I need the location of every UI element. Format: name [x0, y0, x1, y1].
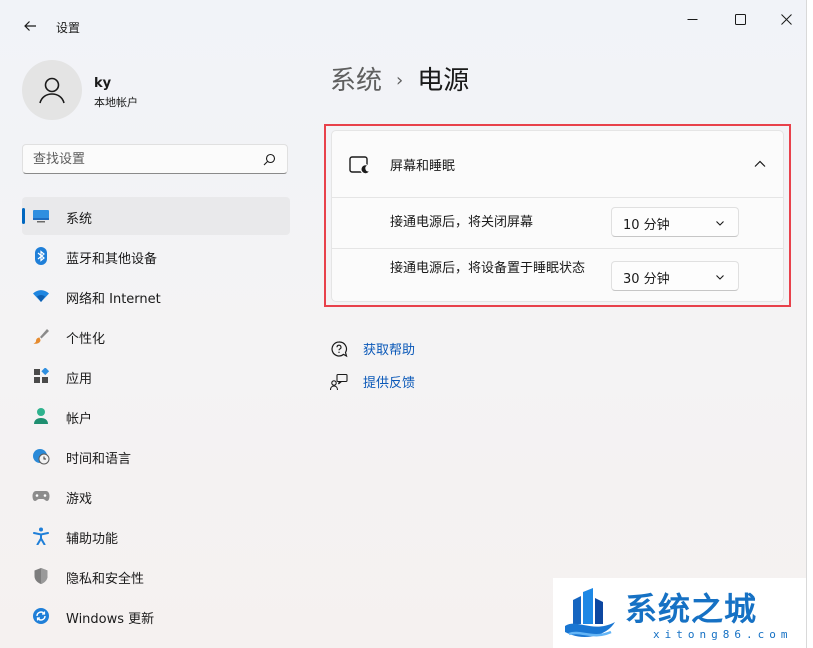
screen-off-value: 10 分钟 — [623, 218, 670, 233]
sidebar-item-label: 游戏 — [66, 492, 93, 507]
watermark: 系统之城 xitong86.com — [553, 578, 806, 648]
sidebar-item-label: 时间和语言 — [66, 452, 132, 467]
sidebar-item-label: 网络和 Internet — [66, 292, 161, 307]
screen-sleep-title: 屏幕和睡眠 — [390, 159, 456, 174]
sidebar-item-privacy[interactable]: 隐私和安全性 — [22, 557, 290, 595]
get-help-link-row[interactable]: 获取帮助 — [330, 339, 415, 358]
user-icon — [39, 77, 65, 104]
sidebar-item-bluetooth[interactable]: 蓝牙和其他设备 — [22, 237, 290, 275]
feedback-link[interactable]: 提供反馈 — [363, 372, 415, 391]
accessibility-icon — [32, 527, 50, 545]
app-title: 设置 — [56, 21, 81, 35]
sidebar-item-gaming[interactable]: 游戏 — [22, 477, 290, 515]
wifi-icon — [32, 287, 50, 305]
feedback-link-row[interactable]: 提供反馈 — [330, 372, 415, 391]
screen-sleep-icon — [349, 156, 370, 174]
back-button[interactable] — [18, 14, 42, 38]
bluetooth-icon — [32, 247, 50, 265]
sidebar-item-accessibility[interactable]: 辅助功能 — [22, 517, 290, 555]
minimize-icon — [687, 18, 697, 20]
sidebar-item-label: 蓝牙和其他设备 — [66, 252, 158, 267]
sidebar-item-label: 个性化 — [66, 332, 106, 347]
breadcrumb-separator: › — [396, 70, 404, 91]
sidebar-item-accounts[interactable]: 帐户 — [22, 397, 290, 435]
update-icon — [32, 607, 50, 625]
globe-clock-icon — [32, 447, 50, 465]
gamepad-icon — [32, 487, 50, 505]
apps-icon — [32, 367, 50, 385]
sleep-dropdown[interactable]: 30 分钟 — [611, 261, 739, 291]
sidebar-nav: 系统 蓝牙和其他设备 网络和 Internet 个性化 应用 帐户 时间和语言 … — [22, 197, 290, 637]
sidebar-item-personalization[interactable]: 个性化 — [22, 317, 290, 355]
chevron-down-icon — [716, 275, 724, 280]
watermark-brand: 系统之城 — [625, 590, 758, 628]
chevron-up-icon[interactable] — [751, 155, 769, 173]
sidebar-item-label: 帐户 — [66, 412, 93, 427]
sidebar-item-network[interactable]: 网络和 Internet — [22, 277, 290, 315]
screen-off-dropdown[interactable]: 10 分钟 — [611, 207, 739, 237]
avatar[interactable] — [22, 60, 82, 120]
sidebar-item-label: Windows 更新 — [66, 612, 155, 627]
sidebar-item-system[interactable]: 系统 — [22, 197, 290, 235]
sidebar-item-label: 系统 — [66, 212, 93, 227]
active-indicator — [22, 208, 25, 224]
chevron-down-icon — [716, 221, 724, 226]
sidebar-item-label: 应用 — [66, 372, 93, 387]
user-name: ky — [94, 76, 112, 91]
settings-window: 设置 ky 本地帐户 系统 蓝牙和其他设 — [0, 0, 813, 648]
sleep-label: 接通电源后，将设备置于睡眠状态 — [390, 261, 586, 276]
watermark-url: xitong86.com — [653, 628, 793, 641]
search-icon[interactable] — [261, 152, 277, 168]
close-button[interactable] — [764, 4, 808, 34]
help-icon — [330, 340, 348, 358]
search-box[interactable] — [22, 144, 288, 174]
minimize-button[interactable] — [670, 4, 714, 34]
sleep-value: 30 分钟 — [623, 272, 670, 287]
sidebar-item-label: 辅助功能 — [66, 532, 119, 547]
feedback-icon — [330, 373, 348, 391]
back-arrow-icon — [24, 21, 36, 31]
search-input[interactable] — [33, 150, 253, 168]
screen-sleep-card: 屏幕和睡眠 接通电源后，将关闭屏幕 10 分钟 接通电源后，将设备置于睡眠状态 … — [331, 130, 784, 302]
page-title: 电源 — [417, 66, 470, 96]
screen-off-row: 接通电源后，将关闭屏幕 10 分钟 — [332, 197, 783, 248]
account-icon — [32, 407, 50, 425]
brush-icon — [32, 327, 50, 345]
window-border — [806, 0, 813, 648]
screen-off-label: 接通电源后，将关闭屏幕 — [390, 215, 534, 230]
breadcrumb-parent-system[interactable]: 系统 — [330, 66, 382, 96]
breadcrumb: 系统 › 电源 — [330, 60, 469, 97]
sidebar-item-apps[interactable]: 应用 — [22, 357, 290, 395]
maximize-icon — [734, 13, 746, 25]
watermark-logo-icon — [565, 588, 615, 637]
sidebar-item-label: 隐私和安全性 — [66, 572, 145, 587]
title-bar: 设置 — [0, 0, 806, 46]
system-display-icon — [32, 207, 50, 225]
sidebar-item-time-language[interactable]: 时间和语言 — [22, 437, 290, 475]
sidebar-item-windows-update[interactable]: Windows 更新 — [22, 597, 290, 635]
get-help-link[interactable]: 获取帮助 — [363, 339, 415, 358]
sleep-row: 接通电源后，将设备置于睡眠状态 30 分钟 — [332, 248, 783, 301]
maximize-button[interactable] — [718, 4, 762, 34]
account-type: 本地帐户 — [94, 96, 138, 109]
close-icon — [780, 13, 792, 25]
screen-sleep-header[interactable]: 屏幕和睡眠 — [332, 131, 783, 197]
shield-icon — [32, 567, 50, 585]
